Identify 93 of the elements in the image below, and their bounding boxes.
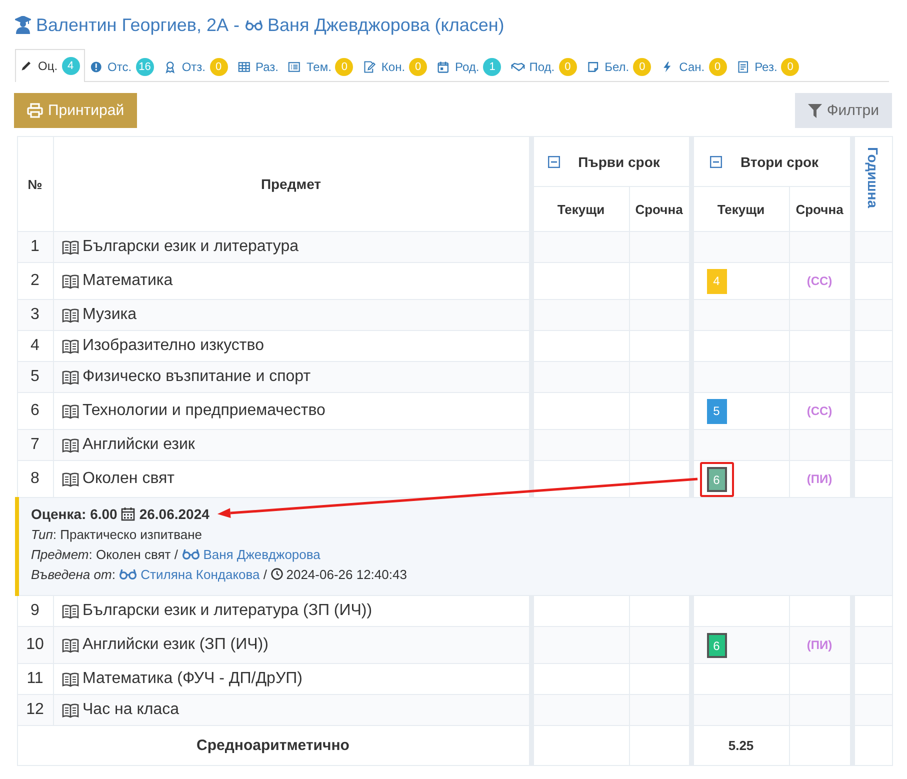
count-badge: 0 [335,58,354,76]
tab[interactable]: Отз. 0 [158,51,232,82]
count-badge: 0 [781,58,800,76]
row-number: 5 [17,362,53,392]
count-badge: 0 [210,58,228,76]
count-badge: 0 [633,58,652,76]
row-number: 1 [17,232,53,262]
tab[interactable]: Отс. 16 [84,51,159,82]
count-badge: 1 [483,58,502,76]
book-icon [62,438,78,452]
grade-badge[interactable]: 5 [706,398,727,424]
average-value: 5.25 [691,726,790,766]
book-icon [62,370,78,384]
row-number: 10 [17,626,53,664]
glasses-icon [182,548,200,560]
average-label: Средноаритметично [17,726,531,766]
count-badge: 0 [409,58,428,76]
book-icon [62,240,78,254]
filter-button[interactable]: Филтри [794,93,892,128]
term-header: Първи срок [578,154,660,170]
tab-icon [90,60,104,74]
subject-name: Английски език [82,436,195,454]
clock-icon [270,568,283,580]
count-badge: 4 [62,57,80,75]
calendar-icon [121,507,136,521]
subject-name: Физическо възпитание и спорт [82,368,311,386]
tab-icon [586,60,601,74]
tab[interactable]: Кон. 0 [358,51,432,82]
filter-icon [808,104,822,118]
glasses-icon [244,19,262,31]
tab[interactable]: Оц. 4 [15,49,85,82]
subject-name: Музика [82,306,137,324]
tab[interactable]: Бел. 0 [582,51,656,82]
tab-icon [238,60,252,74]
subject-name: Английски език (ЗП (ИЧ)) [82,636,268,654]
subject-name: Околен свят [82,470,174,488]
term-header: Втори срок [740,154,819,170]
print-button[interactable]: Принтирай [14,93,138,128]
book-icon [62,274,78,288]
teacher-link[interactable]: Стиляна Кондакова [140,567,260,582]
grade-badge[interactable]: 6 [706,466,727,492]
teacher-link[interactable]: Ваня Джевджорова [203,547,320,562]
grade-date: 26.06.2024 [139,506,210,522]
detail-line: Въведена от: Стиляна Кондакова / 2024-06-26 12:40:43 [31,567,407,583]
tab-icon [511,60,526,74]
subject-name: Математика [82,272,173,290]
column-header: № [17,136,53,232]
term-mark: (ПИ) [806,472,832,486]
term-mark: (СС) [806,274,832,288]
subject-name: Български език и литература (ЗП (ИЧ)) [82,602,372,620]
detail-line: Предмет: Околен свят / Ваня Джевджорова [31,547,320,563]
book-icon [62,604,78,618]
count-badge: 16 [136,58,154,76]
grade-badge[interactable]: 6 [706,632,727,658]
tab[interactable]: Раз. [232,51,284,82]
tab[interactable]: Под. 0 [506,51,582,82]
student-name: Валентин Георгиев, 2А - [36,14,240,36]
book-icon [62,472,78,486]
book-icon [62,308,78,322]
tab-icon [288,60,302,74]
column-header: Годишна [865,147,882,208]
subject-name: Изобразително изкуство [82,337,264,355]
grade-title: Оценка: 6.00 [31,506,118,522]
term-mark: (СС) [806,404,832,418]
printer-icon [27,103,43,118]
count-badge: 0 [558,58,577,76]
class-teacher: Ваня Джевджорова (класен) [268,14,504,36]
tab-icon [736,60,751,74]
book-icon [62,638,78,652]
tab-icon [363,60,378,74]
subject-name: Български език и литература [82,238,299,256]
tab[interactable]: Сан. 0 [656,51,732,82]
collapse-icon[interactable] [548,156,560,168]
tab[interactable]: Тем. 0 [283,51,358,82]
subject-name: Час на класа [82,701,179,719]
row-number: 3 [17,300,53,330]
glasses-icon [119,568,138,580]
collapse-icon[interactable] [710,156,722,168]
row-number: 12 [17,694,53,726]
term-mark: (ПИ) [806,638,832,652]
subject-name: Математика (ФУЧ - ДП/ДрУП) [82,670,302,688]
book-icon [62,338,78,354]
book-icon [62,404,78,418]
student-icon [15,16,31,34]
count-badge: 0 [708,58,727,76]
book-icon [62,672,78,686]
tab-icon [437,60,452,74]
detail-line: Тип: Практическо изпитване [31,527,202,543]
book-icon [62,702,78,718]
subject-name: Технологии и предприемачество [82,402,326,420]
tab[interactable]: Рез. 0 [732,51,804,82]
row-number: 7 [17,430,53,460]
tab[interactable]: Род. 1 [432,51,506,82]
